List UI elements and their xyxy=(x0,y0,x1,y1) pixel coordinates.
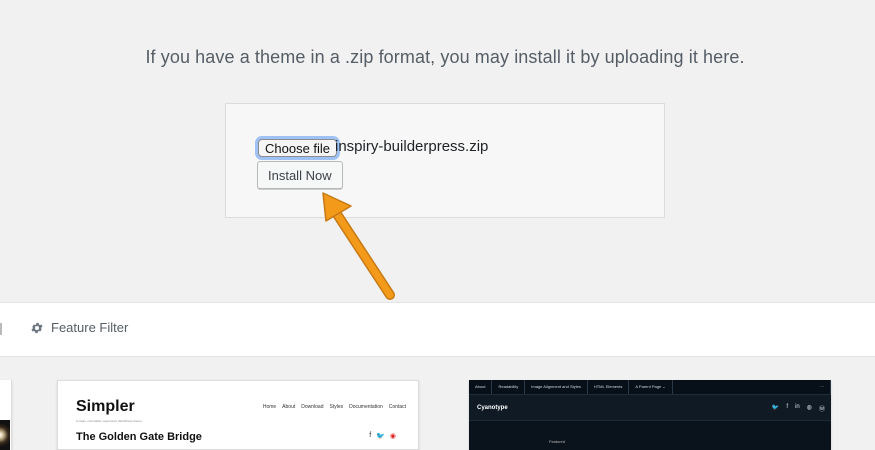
social-icons: f 🐦 ◉ xyxy=(369,432,396,440)
theme-post-headline: The Golden Gate Bridge xyxy=(76,431,202,443)
twitter-icon: 🐦 xyxy=(376,433,385,440)
nav-item: A Parent Page ⌄ xyxy=(629,380,673,394)
theme-card-partial[interactable] xyxy=(0,380,12,450)
twitter-icon: 🐦 xyxy=(771,405,780,411)
upload-theme-form: Choose file inspiry-builderpress.zip Ins… xyxy=(225,103,665,218)
theme-preview-nav: Home About Download Styles Documentation… xyxy=(263,404,406,410)
nav-item: Image Alignment and Styles xyxy=(525,380,588,394)
filter-bar-divider xyxy=(0,323,2,335)
nav-item: Contact xyxy=(388,404,406,410)
upload-intro-text: If you have a theme in a .zip format, yo… xyxy=(145,47,745,67)
nav-item: Home xyxy=(262,404,277,410)
facebook-icon: f xyxy=(369,432,372,439)
nav-item: Download xyxy=(301,404,324,410)
annotation-arrow-icon xyxy=(322,192,395,300)
pinterest-icon: ◉ xyxy=(389,433,396,440)
nav-item: ··· xyxy=(814,380,831,394)
theme-card-cyanotype[interactable]: About Readability Image Alignment and St… xyxy=(469,380,831,450)
social-icons: 🐦 f in ◍ Ⓦ xyxy=(772,404,825,413)
theme-site-title: Cyanotype xyxy=(477,405,508,411)
theme-thumbnail xyxy=(0,420,10,450)
nav-item: HTML Elements xyxy=(588,380,630,394)
wordpress-icon: Ⓦ xyxy=(818,407,825,413)
nav-item: About xyxy=(282,404,296,410)
selected-file-name: inspiry-builderpress.zip xyxy=(335,138,489,155)
linkedin-icon: in xyxy=(795,404,800,410)
github-icon: ◍ xyxy=(806,405,812,411)
nav-item: Documentation xyxy=(349,404,383,410)
choose-file-button[interactable]: Choose file xyxy=(258,139,338,157)
nav-item: About xyxy=(469,380,493,394)
theme-preview-nav: About Readability Image Alignment and St… xyxy=(469,380,831,395)
theme-tagline: A clean, minimalist, responsive WordPres… xyxy=(76,419,142,423)
feature-filter-label: Feature Filter xyxy=(51,320,129,335)
facebook-icon: f xyxy=(786,404,789,410)
nav-item: Styles xyxy=(329,404,344,410)
featured-label: Featured xyxy=(549,439,566,444)
theme-site-title: Simpler xyxy=(76,398,135,415)
theme-filter-bar: Feature Filter xyxy=(0,302,875,357)
theme-card-simpler[interactable]: Simpler A clean, minimalist, responsive … xyxy=(57,380,419,450)
feature-filter-button[interactable]: Feature Filter xyxy=(30,320,128,335)
gear-icon xyxy=(31,322,43,333)
nav-item: Readability xyxy=(492,380,526,394)
theme-preview-body: Featured xyxy=(469,420,831,450)
